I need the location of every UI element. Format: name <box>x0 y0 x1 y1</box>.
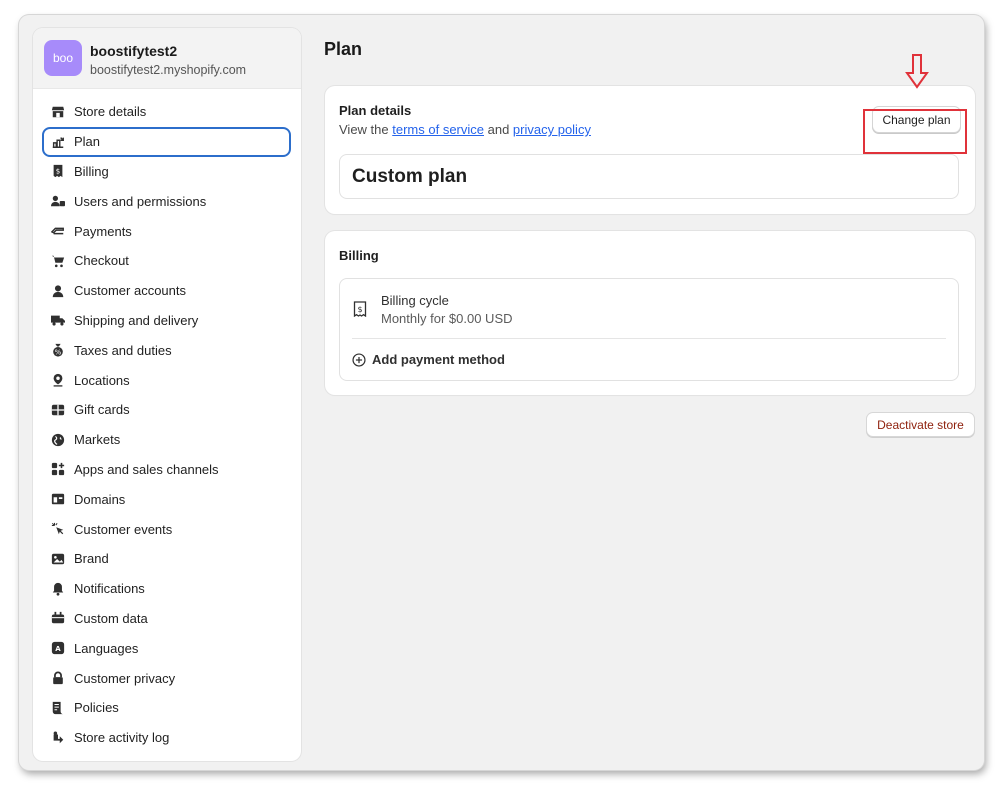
sidebar-item-markets[interactable]: Markets <box>42 425 291 455</box>
svg-text:%: % <box>55 349 62 357</box>
plan-name-box: Custom plan <box>339 154 959 199</box>
plan-icon <box>51 135 65 149</box>
sidebar-item-label: Gift cards <box>74 402 130 418</box>
receipt-icon: $ <box>353 301 367 317</box>
billing-heading: Billing <box>339 248 379 263</box>
billing-cycle-label: Billing cycle <box>381 293 449 308</box>
sidebar-item-shipping[interactable]: Shipping and delivery <box>42 306 291 336</box>
plan-details-heading: Plan details <box>339 103 412 118</box>
sidebar-item-label: Customer privacy <box>74 670 176 686</box>
users-icon <box>51 194 65 208</box>
cursor-click-icon <box>51 522 65 536</box>
store-avatar: boo <box>44 40 82 76</box>
terms-of-service-link[interactable]: terms of service <box>392 122 484 137</box>
payments-icon <box>51 224 65 238</box>
sidebar-item-label: Customer events <box>74 521 173 537</box>
sidebar-item-label: Languages <box>74 640 139 656</box>
sidebar-item-users[interactable]: Users and permissions <box>42 186 291 216</box>
receipt-icon: $ <box>51 164 65 178</box>
bell-icon <box>51 582 65 596</box>
sidebar-item-label: Checkout <box>74 253 129 269</box>
globe-icon <box>51 433 65 447</box>
sidebar-item-label: Plan <box>74 134 101 150</box>
store-icon <box>51 105 65 119</box>
plan-terms-text: View the terms of service and privacy po… <box>339 122 591 137</box>
annotation-arrow-icon <box>905 54 929 89</box>
brand-image-icon <box>51 552 65 566</box>
gift-card-icon <box>51 403 65 417</box>
activity-icon <box>51 731 65 745</box>
sidebar-item-label: Users and permissions <box>74 193 207 209</box>
svg-text:A: A <box>55 645 61 653</box>
sidebar-item-payments[interactable]: Payments <box>42 216 291 246</box>
sidebar-item-label: Store activity log <box>74 730 170 746</box>
database-icon <box>51 611 65 625</box>
billing-info-box: $ Billing cycle Monthly for $0.00 USD Ad… <box>339 278 959 381</box>
add-payment-label: Add payment method <box>372 352 505 367</box>
sidebar-item-customer-accounts[interactable]: Customer accounts <box>42 276 291 306</box>
sidebar-item-label: Taxes and duties <box>74 342 172 358</box>
sidebar-item-checkout[interactable]: Checkout <box>42 246 291 276</box>
add-payment-method-button[interactable]: Add payment method <box>352 352 505 367</box>
sidebar-item-domains[interactable]: Domains <box>42 484 291 514</box>
sidebar-item-label: Locations <box>74 372 130 388</box>
policy-icon <box>51 701 65 715</box>
person-icon <box>51 284 65 298</box>
store-header[interactable]: boo boostifytest2 boostifytest2.myshopif… <box>33 28 301 89</box>
language-icon: A <box>51 641 65 655</box>
sidebar-item-label: Custom data <box>74 610 148 626</box>
privacy-policy-link[interactable]: privacy policy <box>513 122 591 137</box>
sidebar-item-label: Store details <box>74 104 147 120</box>
location-pin-icon <box>51 373 65 387</box>
plus-circle-icon <box>352 352 366 367</box>
page-title: Plan <box>324 39 363 59</box>
sidebar-item-custom-data[interactable]: Custom data <box>42 604 291 634</box>
sidebar-item-locations[interactable]: Locations <box>42 365 291 395</box>
settings-nav: Store details Plan $ Billing Users and p… <box>33 97 301 753</box>
sidebar-item-label: Customer accounts <box>74 283 186 299</box>
sidebar-item-store-details[interactable]: Store details <box>42 97 291 127</box>
sidebar-item-languages[interactable]: A Languages <box>42 633 291 663</box>
sidebar-item-policies[interactable]: Policies <box>42 693 291 723</box>
sidebar-item-plan[interactable]: Plan <box>42 126 291 157</box>
sidebar-item-label: Policies <box>74 700 119 716</box>
annotation-highlight-box <box>863 109 967 154</box>
and-text: and <box>484 122 513 137</box>
sidebar-item-notifications[interactable]: Notifications <box>42 574 291 604</box>
view-prefix: View the <box>339 122 393 137</box>
billing-cycle-value: Monthly for $0.00 USD <box>381 311 513 326</box>
store-domain: boostifytest2.myshopify.com <box>90 63 247 77</box>
sidebar-item-label: Domains <box>74 491 126 507</box>
sidebar-item-billing[interactable]: $ Billing <box>42 157 291 187</box>
sidebar-item-taxes[interactable]: % Taxes and duties <box>42 335 291 365</box>
deactivate-store-button[interactable]: Deactivate store <box>866 412 975 437</box>
settings-window: boo boostifytest2 boostifytest2.myshopif… <box>19 15 984 770</box>
sidebar-item-brand[interactable]: Brand <box>42 544 291 574</box>
sidebar-item-customer-events[interactable]: Customer events <box>42 514 291 544</box>
sidebar-item-label: Markets <box>74 432 121 448</box>
svg-text:$: $ <box>56 168 60 176</box>
sidebar-item-label: Payments <box>74 223 132 239</box>
truck-icon <box>51 313 65 327</box>
sidebar-item-gift-cards[interactable]: Gift cards <box>42 395 291 425</box>
sidebar-item-customer-privacy[interactable]: Customer privacy <box>42 663 291 693</box>
settings-sidebar: boo boostifytest2 boostifytest2.myshopif… <box>33 28 301 761</box>
store-name: boostifytest2 <box>90 43 178 59</box>
plan-name: Custom plan <box>352 166 468 187</box>
svg-text:$: $ <box>357 305 362 314</box>
sidebar-item-label: Shipping and delivery <box>74 312 199 328</box>
sidebar-item-label: Brand <box>74 551 109 567</box>
sidebar-item-activity-log[interactable]: Store activity log <box>42 723 291 753</box>
billing-card: Billing $ Billing cycle Monthly for $0.0… <box>325 231 975 395</box>
apps-icon <box>51 462 65 476</box>
domain-icon <box>51 492 65 506</box>
sidebar-item-apps[interactable]: Apps and sales channels <box>42 455 291 485</box>
money-bag-icon: % <box>51 343 65 357</box>
sidebar-item-label: Billing <box>74 163 109 179</box>
sidebar-item-label: Notifications <box>74 581 145 597</box>
sidebar-item-label: Apps and sales channels <box>74 461 219 477</box>
lock-icon <box>51 671 65 685</box>
cart-icon <box>51 254 65 268</box>
divider <box>352 338 946 339</box>
